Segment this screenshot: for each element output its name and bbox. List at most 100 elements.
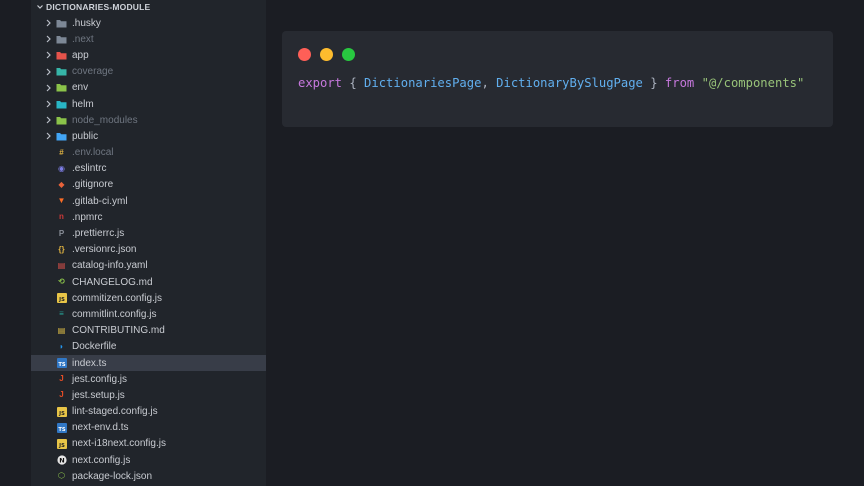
- chevron-right-icon[interactable]: [43, 68, 53, 76]
- npm-icon: n: [59, 212, 64, 222]
- chevron-right-icon[interactable]: [43, 51, 53, 59]
- folder-item[interactable]: env: [31, 80, 266, 96]
- code-token: DictionaryBySlugPage: [496, 76, 643, 90]
- item-label: package-lock.json: [72, 470, 153, 482]
- item-label: .next: [72, 33, 94, 45]
- coverage-folder-icon: [56, 66, 67, 77]
- explorer-header[interactable]: DICTIONARIES-MODULE: [31, 0, 266, 14]
- chevron-right-icon[interactable]: [43, 84, 53, 92]
- item-label: CONTRIBUTING.md: [72, 325, 165, 337]
- item-label: .prettierrc.js: [72, 228, 125, 240]
- window-controls: [298, 48, 355, 61]
- nextjs-icon: N: [56, 455, 67, 466]
- js-file-icon: JS: [56, 293, 67, 304]
- file-item[interactable]: Jjest.config.js: [31, 371, 266, 387]
- folder-item[interactable]: app: [31, 47, 266, 63]
- chevron-right-icon[interactable]: [43, 35, 53, 43]
- folder-item[interactable]: .husky: [31, 15, 266, 31]
- helm-folder-icon: [56, 99, 67, 110]
- file-item[interactable]: ◗ Dockerfile: [31, 339, 266, 355]
- commitlint-icon: ≡: [59, 309, 64, 319]
- file-tree: .husky .next app coverage env helm node_module…: [31, 15, 266, 484]
- prettier-icon: P: [58, 228, 65, 238]
- item-label: .versionrc.json: [72, 244, 137, 256]
- svg-text:JS: JS: [58, 411, 65, 417]
- folder-item[interactable]: node_modules: [31, 112, 266, 128]
- item-label: jest.config.js: [72, 373, 128, 385]
- item-label: .gitlab-ci.yml: [72, 195, 128, 207]
- changelog-icon: ⟲: [58, 277, 65, 287]
- eslint-icon: ◉: [58, 163, 65, 173]
- chevron-right-icon[interactable]: [43, 19, 53, 27]
- item-label: env: [72, 82, 89, 94]
- folder-item[interactable]: public: [31, 128, 266, 144]
- item-label: commitlint.config.js: [72, 308, 157, 320]
- folder-item[interactable]: .next: [31, 31, 266, 47]
- js-file-icon: JS: [56, 406, 67, 417]
- minimize-dot-icon: [320, 48, 333, 61]
- json-braces-icon: {}: [58, 244, 65, 254]
- code-window: export { DictionariesPage, DictionaryByS…: [282, 31, 833, 127]
- item-label: next-i18next.config.js: [72, 438, 166, 450]
- jest-icon: J: [59, 374, 64, 384]
- file-item[interactable]: Jjest.setup.js: [31, 387, 266, 403]
- file-item[interactable]: JS next-i18next.config.js: [31, 436, 266, 452]
- svg-text:N: N: [59, 457, 64, 465]
- code-token: ,: [481, 76, 497, 90]
- item-label: next.config.js: [72, 454, 131, 466]
- file-item[interactable]: ◉ .eslintrc: [31, 161, 266, 177]
- env-file-icon: #: [59, 147, 64, 157]
- close-dot-icon: [298, 48, 311, 61]
- chevron-right-icon[interactable]: [43, 100, 53, 108]
- chevron-right-icon[interactable]: [43, 116, 53, 124]
- file-item[interactable]: JS lint-staged.config.js: [31, 404, 266, 420]
- app-folder-icon: [56, 50, 67, 61]
- item-label: commitizen.config.js: [72, 292, 163, 304]
- contributing-icon: ▤: [57, 325, 66, 335]
- item-label: CHANGELOG.md: [72, 276, 153, 288]
- public-folder-icon: [56, 131, 67, 142]
- file-item[interactable]: Nnext.config.js: [31, 452, 266, 468]
- code-token: "@/components": [701, 76, 805, 90]
- file-item[interactable]: ▼ .gitlab-ci.yml: [31, 193, 266, 209]
- file-item[interactable]: ◆ .gitignore: [31, 177, 266, 193]
- file-item[interactable]: ▤ catalog-info.yaml: [31, 258, 266, 274]
- file-item[interactable]: JS commitizen.config.js: [31, 290, 266, 306]
- file-item[interactable]: P .prettierrc.js: [31, 225, 266, 241]
- item-label: index.ts: [72, 357, 107, 369]
- yaml-icon: ▤: [57, 260, 66, 270]
- file-item[interactable]: ▤ CONTRIBUTING.md: [31, 323, 266, 339]
- folder-item[interactable]: coverage: [31, 64, 266, 80]
- item-label: coverage: [72, 66, 114, 78]
- chevron-down-icon: [35, 3, 44, 12]
- npm-lock-icon: ⬡: [58, 471, 65, 481]
- folder-item[interactable]: helm: [31, 96, 266, 112]
- workspace-title: DICTIONARIES-MODULE: [46, 2, 151, 12]
- gitlab-icon: ▼: [57, 196, 66, 206]
- code-line: export { DictionariesPage, DictionaryByS…: [298, 76, 804, 90]
- file-item[interactable]: ⬡ package-lock.json: [31, 468, 266, 484]
- file-item[interactable]: # .env.local: [31, 145, 266, 161]
- item-label: .npmrc: [72, 211, 103, 223]
- file-item[interactable]: {} .versionrc.json: [31, 242, 266, 258]
- file-item[interactable]: ⟲ CHANGELOG.md: [31, 274, 266, 290]
- item-label: app: [72, 49, 89, 61]
- code-token: DictionariesPage: [364, 76, 482, 90]
- file-item[interactable]: TS index.ts: [31, 354, 266, 372]
- chevron-right-icon[interactable]: [43, 132, 53, 140]
- docker-icon: ◗: [59, 341, 64, 351]
- code-token: export: [298, 76, 343, 90]
- item-label: public: [72, 130, 99, 142]
- item-label: .husky: [72, 17, 101, 29]
- node-modules-folder-icon: [56, 115, 67, 126]
- code-token: from: [664, 76, 695, 90]
- maximize-dot-icon: [342, 48, 355, 61]
- code-token: {: [342, 76, 365, 90]
- file-item[interactable]: TS next-env.d.ts: [31, 420, 266, 436]
- item-label: .eslintrc: [72, 163, 107, 175]
- file-item[interactable]: n .npmrc: [31, 209, 266, 225]
- editor-area: export { DictionariesPage, DictionaryByS…: [266, 0, 864, 486]
- file-item[interactable]: ≡ commitlint.config.js: [31, 306, 266, 322]
- item-label: node_modules: [72, 114, 138, 126]
